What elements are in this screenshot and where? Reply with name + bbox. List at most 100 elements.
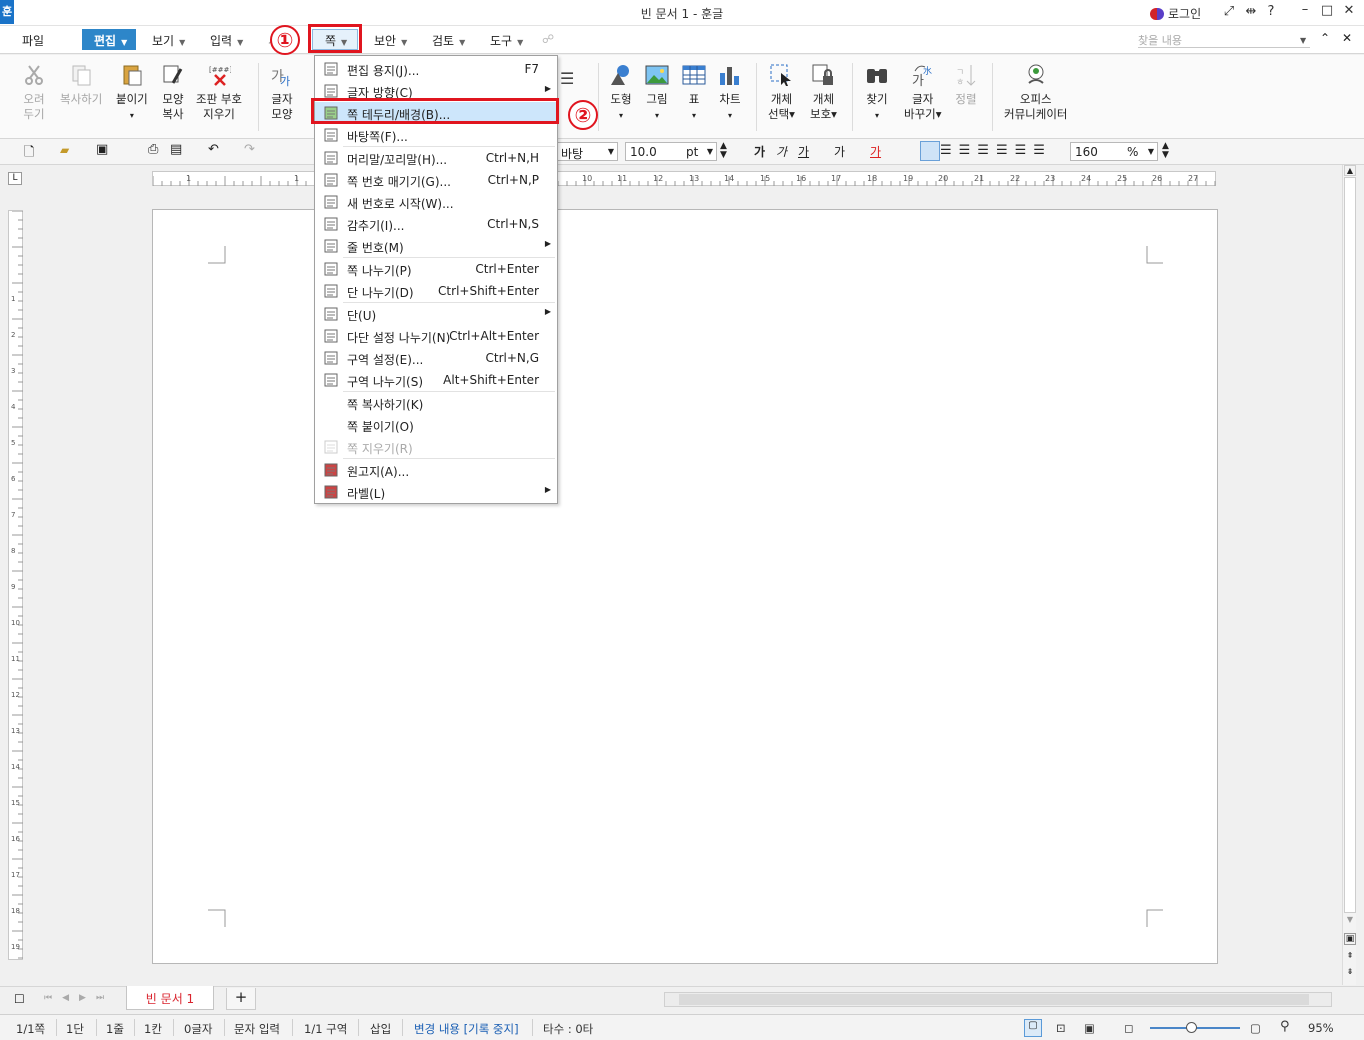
zoom-spinner[interactable]: ▲ ▼ <box>1162 142 1169 160</box>
vertical-scrollbar[interactable]: ▲ ▼ ▣ ⇞ ⇟ <box>1342 165 1356 985</box>
page-menu-item[interactable]: 원고지(A)... <box>315 459 557 481</box>
scroll-thumb[interactable] <box>1344 177 1356 913</box>
page-menu-item[interactable]: 구역 나누기(S) Alt+Shift+Enter <box>315 369 557 391</box>
font-size-spinner[interactable]: ▲ ▼ <box>720 142 727 160</box>
status-page[interactable]: 1/1쪽 <box>16 1021 45 1037</box>
alignment-icons[interactable]: ☰☰☰☰☰☰ <box>940 143 1052 158</box>
single-page-view-icon[interactable]: ▢ <box>1024 1019 1042 1037</box>
page-menu-item[interactable]: 바탕쪽(F)... <box>315 124 557 146</box>
search-input[interactable]: 찾을 내용 <box>1138 32 1310 48</box>
replace-button[interactable]: 가水 글자 바꾸기▾ <box>904 63 942 122</box>
help-icon[interactable]: ? <box>1262 4 1280 19</box>
page-view-icon[interactable]: ▣ <box>1344 933 1356 945</box>
zoom-level[interactable]: 95% <box>1308 1021 1334 1035</box>
save-icon[interactable]: ▣ <box>96 142 108 157</box>
char-shape-button[interactable]: 가가 글자 모양 <box>270 63 294 122</box>
maximize-icon[interactable]: □ <box>1318 3 1336 18</box>
page-menu-item[interactable]: 쪽 복사하기(K) <box>315 392 557 414</box>
vertical-ruler[interactable]: 1 2 3 4 5 6 7 8 9 10 11 12 13 14 15 16 17 18 19 <box>8 210 23 960</box>
open-folder-icon[interactable]: ▰ <box>60 143 69 157</box>
copy-button[interactable]: 복사하기 <box>60 63 102 107</box>
menu-edit[interactable]: 편집 ▼ <box>82 29 136 50</box>
scroll-up-button[interactable]: ▲ <box>1344 165 1356 176</box>
page-menu-item[interactable]: 다단 설정 나누기(N) Ctrl+Alt+Enter <box>315 325 557 347</box>
menu-input[interactable]: 입력 ▼ <box>210 32 243 49</box>
remove-markup-button[interactable]: [###] 조판 부호 지우기 <box>196 63 242 122</box>
two-page-view-icon[interactable]: ⊡ <box>1056 1021 1066 1035</box>
horizontal-scrollbar[interactable] <box>664 992 1332 1007</box>
font-size-input[interactable]: 10.0 pt ▼ <box>625 142 717 161</box>
page-menu-item[interactable]: 새 번호로 시작(W)... <box>315 191 557 213</box>
collapse-ribbon-icon[interactable]: ⌃ <box>1320 31 1330 45</box>
page-menu-item[interactable]: 라벨(L) ▶ <box>315 481 557 503</box>
status-insert-mode[interactable]: 삽입 <box>370 1021 391 1037</box>
zoom-slider-thumb[interactable] <box>1186 1022 1198 1033</box>
undo-icon[interactable]: ↶ <box>208 142 219 157</box>
prev-page-icon[interactable]: ⇞ <box>1344 951 1356 963</box>
full-page-view-icon[interactable]: ▣ <box>1084 1021 1095 1035</box>
cut-button[interactable]: 오려 두기 <box>22 63 46 122</box>
zoom-in-icon[interactable]: ▢ <box>1250 1021 1261 1035</box>
chart-button[interactable]: 차트 ▾ <box>718 63 742 123</box>
picture-button[interactable]: 그림 ▾ <box>645 63 669 123</box>
redo-icon[interactable]: ↷ <box>244 142 255 157</box>
next-page-icon[interactable]: ⇟ <box>1344 967 1356 979</box>
page-menu-item[interactable]: 줄 번호(M) ▶ <box>315 235 557 257</box>
format-painter-button[interactable]: 모양 복사 <box>161 63 185 122</box>
page-menu-item[interactable]: 구역 설정(E)... Ctrl+N,G <box>315 347 557 369</box>
page-menu-item[interactable]: 머리말/꼬리말(H)... Ctrl+N,H <box>315 147 557 169</box>
share-icon[interactable]: ☍ <box>542 32 554 46</box>
paragraph-icon[interactable]: ☰ <box>560 69 574 88</box>
strikethrough-button[interactable]: 가 <box>834 143 845 160</box>
status-input-mode[interactable]: 문자 입력 <box>234 1021 280 1037</box>
close-document-icon[interactable]: ✕ <box>1342 31 1352 45</box>
horizontal-ruler[interactable]: 1 1 10 11 12 13 14 15 16 17 18 19 20 21 22 23 24 25 26 27 <box>152 171 1216 186</box>
underline-button[interactable]: 가 <box>798 143 809 160</box>
magnifier-icon[interactable]: ⚲ <box>1280 1019 1290 1034</box>
page-menu-item[interactable]: 단 나누기(D) Ctrl+Shift+Enter <box>315 280 557 302</box>
split-icon[interactable]: ⇹ <box>1242 4 1260 19</box>
office-communicator-button[interactable]: 오피스 커뮤니케이터 <box>1004 63 1067 122</box>
menu-review[interactable]: 검토 ▼ <box>432 32 465 49</box>
close-icon[interactable]: ✕ <box>1340 3 1358 18</box>
menu-file[interactable]: 파일 <box>22 32 44 49</box>
page-menu-item[interactable]: 쪽 번호 매기기(G)... Ctrl+N,P <box>315 169 557 191</box>
tab-list-icon[interactable]: ☐ <box>14 992 25 1006</box>
table-button[interactable]: 표 ▾ <box>682 63 706 123</box>
italic-button[interactable]: 가 <box>776 143 787 160</box>
page-menu-item[interactable]: 감추기(I)... Ctrl+N,S <box>315 213 557 235</box>
preview-icon[interactable]: ▤ <box>170 142 182 157</box>
page-menu-item[interactable]: 편집 용지(J)... F7 <box>315 58 557 80</box>
search-dropdown-icon[interactable]: ▼ <box>1300 36 1306 45</box>
protect-object-button[interactable]: 개체 보호▾ <box>810 63 837 122</box>
select-object-button[interactable]: 개체 선택▾ <box>768 63 795 122</box>
scroll-down-button[interactable]: ▼ <box>1344 915 1356 926</box>
font-color-button[interactable]: 가 <box>870 143 881 160</box>
sort-button[interactable]: ㄱㅎ 정렬 <box>954 63 978 107</box>
find-button[interactable]: 찾기 ▾ <box>865 63 889 123</box>
font-name-select[interactable]: 바탕 ▼ <box>556 142 618 161</box>
new-document-icon[interactable]: 🗋 <box>24 143 34 165</box>
shape-button[interactable]: 도형 ▾ <box>609 63 633 123</box>
bold-button[interactable]: 가 <box>754 143 765 160</box>
login-button[interactable]: 로그인 <box>1150 5 1201 22</box>
status-track-changes[interactable]: 변경 내용 [기록 중지] <box>414 1021 519 1037</box>
menu-security[interactable]: 보안 ▼ <box>374 32 407 49</box>
tab-selector[interactable]: L <box>8 172 22 185</box>
menu-tools[interactable]: 도구 ▼ <box>490 32 523 49</box>
menu-view[interactable]: 보기 ▼ <box>152 32 185 49</box>
add-tab-button[interactable]: + <box>226 988 256 1010</box>
zoom-input[interactable]: 160% ▼ <box>1070 142 1158 161</box>
align-justify-button[interactable] <box>920 141 940 161</box>
zoom-fit-icon[interactable]: ◻ <box>1124 1021 1134 1035</box>
page-menu-item[interactable]: 쪽 나누기(P) Ctrl+Enter <box>315 258 557 280</box>
page-menu-item[interactable]: 쪽 붙이기(O) <box>315 414 557 436</box>
tab-navigation-icons[interactable]: ⏮◀▶⏭ <box>44 993 114 1003</box>
paste-button[interactable]: 붙이기 ▾ <box>116 63 148 123</box>
fullscreen-icon[interactable]: ⤢ <box>1220 4 1238 19</box>
h-scroll-thumb[interactable] <box>679 994 1309 1005</box>
minimize-icon[interactable]: – <box>1296 2 1314 17</box>
print-icon[interactable]: ⎙ <box>148 142 158 157</box>
document-tab[interactable]: 빈 문서 1 <box>126 986 214 1010</box>
page-menu-item[interactable]: 쪽 지우기(R) <box>315 436 557 458</box>
